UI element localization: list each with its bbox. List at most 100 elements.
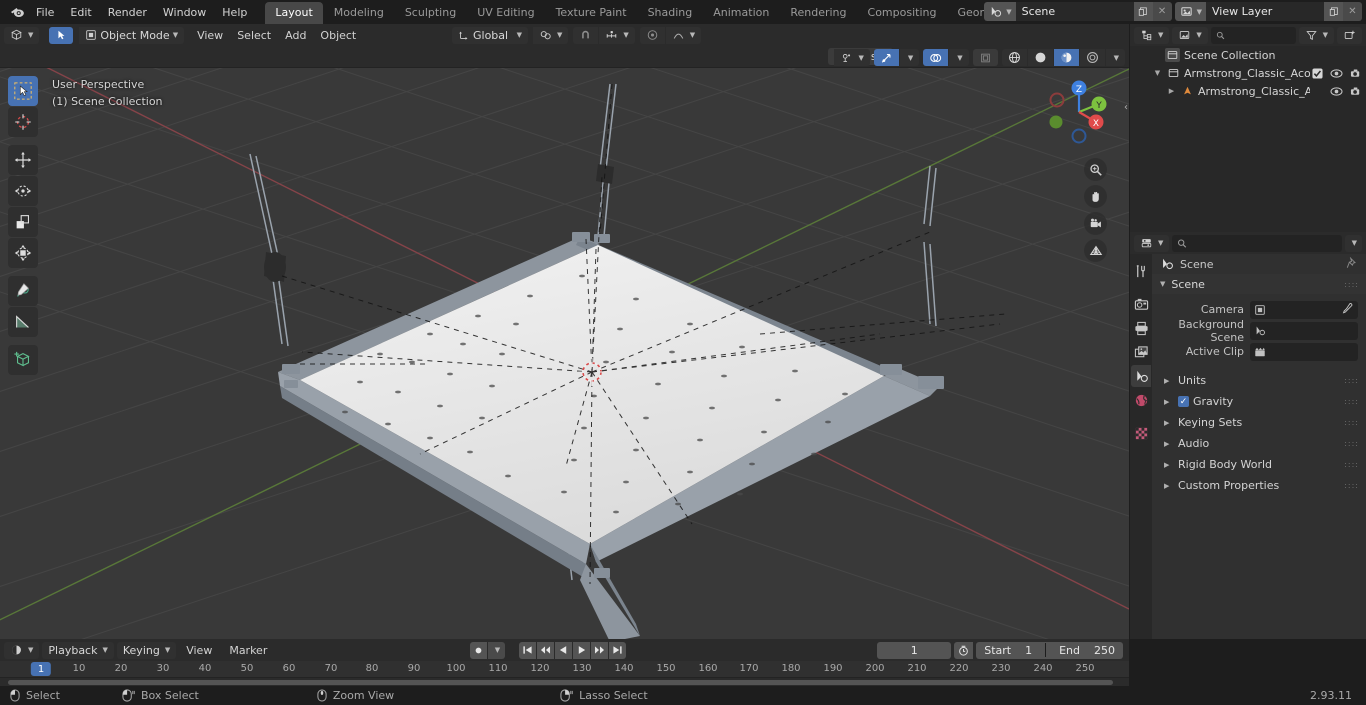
properties-tab-render[interactable]: [1131, 293, 1151, 315]
accordion-rigid-body-world[interactable]: ▶ Rigid Body World ::::: [1152, 454, 1366, 475]
menu-edit[interactable]: Edit: [62, 3, 99, 22]
expand-triangle-icon[interactable]: ▶: [1164, 398, 1171, 406]
blender-logo-icon[interactable]: [6, 2, 28, 22]
timeline-menu-view[interactable]: View: [179, 642, 219, 659]
tab-compositing[interactable]: Compositing: [858, 2, 947, 24]
orthographic-grid-icon[interactable]: [1084, 239, 1107, 262]
exclude-checkbox[interactable]: [1312, 67, 1323, 79]
panel-drag-grip[interactable]: ::::: [1344, 377, 1359, 385]
expand-triangle-icon[interactable]: ▶: [1164, 419, 1171, 427]
tool-add-cube[interactable]: [8, 345, 38, 375]
expand-triangle-icon[interactable]: ▶: [1164, 440, 1171, 448]
gravity-checkbox[interactable]: ✓: [1178, 396, 1189, 407]
panel-drag-grip[interactable]: ::::: [1344, 461, 1359, 469]
navigation-gizmo[interactable]: Z Y X: [1041, 74, 1117, 150]
tab-uv-editing[interactable]: UV Editing: [467, 2, 544, 24]
viewport-menu-view[interactable]: View: [190, 27, 230, 44]
proportional-falloff-dropdown[interactable]: ▼: [665, 26, 702, 44]
filter-icon[interactable]: ▼: [1298, 26, 1334, 44]
material-preview-shading-button[interactable]: [1053, 49, 1079, 66]
timeline-ruler[interactable]: 1 10 20 30 40 50 60 70 80 90 100 110 120…: [0, 661, 1129, 678]
panel-drag-grip[interactable]: ::::: [1344, 398, 1359, 406]
menu-window[interactable]: Window: [155, 3, 214, 22]
properties-tab-world[interactable]: [1131, 389, 1151, 411]
tool-scale[interactable]: [8, 207, 38, 237]
play-reverse-button[interactable]: [555, 641, 572, 659]
outliner-editor-type-button[interactable]: ▼: [1134, 26, 1170, 44]
camera-property-field[interactable]: [1250, 300, 1358, 319]
auto-keying-settings-dropdown[interactable]: ▼: [488, 641, 505, 659]
visibility-eye-icon[interactable]: [1330, 68, 1343, 79]
menu-help[interactable]: Help: [214, 3, 255, 22]
snap-toggle-button[interactable]: [573, 26, 599, 44]
3d-viewport[interactable]: ▼ Object Mode ▼ View Select Add Object G…: [0, 24, 1129, 639]
jump-to-end-button[interactable]: [609, 641, 626, 659]
tab-modeling[interactable]: Modeling: [324, 2, 394, 24]
timeline-channel-area[interactable]: [0, 678, 1129, 686]
properties-search-input[interactable]: [1172, 234, 1342, 252]
timeline-horizontal-scrollbar[interactable]: [8, 680, 1113, 685]
outliner-row-object[interactable]: ▶ Armstrong_Classic_Acous: [1130, 82, 1366, 100]
camera-icon[interactable]: [1084, 212, 1107, 235]
tool-select-box[interactable]: [8, 76, 38, 106]
timeline-editor[interactable]: ▼ Playback ▼ Keying ▼ View Marker ▼ 1 St…: [0, 639, 1129, 686]
snap-settings-dropdown[interactable]: ▼: [599, 26, 635, 44]
show-overlays-button[interactable]: [923, 49, 949, 66]
auto-keying-button[interactable]: [470, 641, 487, 659]
outliner-search-field[interactable]: [1228, 28, 1291, 42]
expand-triangle-icon[interactable]: ▼: [1152, 69, 1163, 77]
playhead-indicator[interactable]: 1: [30, 662, 52, 676]
viewport-menu-object[interactable]: Object: [313, 27, 363, 44]
timeline-editor-type-button[interactable]: ▼: [4, 641, 40, 659]
tool-annotate[interactable]: [8, 276, 38, 306]
render-camera-icon[interactable]: [1350, 68, 1362, 79]
expand-triangle-icon[interactable]: ▶: [1166, 87, 1177, 95]
accordion-gravity[interactable]: ▶ ✓ Gravity ::::: [1152, 391, 1366, 412]
editor-type-icon[interactable]: ▼: [4, 26, 40, 44]
scene-icon[interactable]: ▼: [984, 2, 1016, 21]
properties-tab-output[interactable]: [1131, 317, 1151, 339]
render-camera-icon[interactable]: [1350, 86, 1362, 97]
pan-hand-icon[interactable]: [1084, 185, 1107, 208]
outliner-row-collection[interactable]: ▼ Armstrong_Classic_Acoustical: [1130, 64, 1366, 82]
properties-options-dropdown[interactable]: ▼: [1344, 234, 1362, 252]
tool-cursor[interactable]: [8, 107, 38, 137]
tool-rotate[interactable]: [8, 176, 38, 206]
remove-view-layer-button[interactable]: ✕: [1343, 2, 1362, 21]
tool-move[interactable]: [8, 145, 38, 175]
properties-tab-view-layer[interactable]: [1131, 341, 1151, 363]
visibility-eye-icon[interactable]: [1330, 86, 1343, 97]
expand-triangle-icon[interactable]: ▶: [1164, 482, 1171, 490]
auto-keyframe-icon[interactable]: [954, 641, 974, 659]
interaction-mode-dropdown[interactable]: Object Mode ▼: [79, 26, 185, 44]
unlink-scene-button[interactable]: ✕: [1152, 2, 1172, 21]
transform-orientation-dropdown[interactable]: Global ▼: [452, 26, 528, 44]
view-layer-icon[interactable]: ▼: [1174, 2, 1206, 21]
accordion-custom-properties[interactable]: ▶ Custom Properties ::::: [1152, 475, 1366, 496]
view-layer-name-field[interactable]: View Layer: [1206, 2, 1324, 21]
show-gizmo-button[interactable]: [873, 49, 899, 66]
expand-triangle-icon[interactable]: ▶: [1164, 377, 1171, 385]
tab-shading[interactable]: Shading: [638, 2, 703, 24]
jump-to-prev-keyframe-button[interactable]: [537, 641, 554, 659]
menu-file[interactable]: File: [28, 3, 62, 22]
playback-dropdown[interactable]: Playback ▼: [42, 641, 114, 659]
panel-drag-grip[interactable]: ::::: [1344, 482, 1359, 490]
play-button[interactable]: [573, 641, 590, 659]
viewport-menu-add[interactable]: Add: [278, 27, 313, 44]
jump-to-start-button[interactable]: [519, 641, 536, 659]
tool-transform[interactable]: [8, 238, 38, 268]
xray-toggle-button[interactable]: [972, 49, 998, 66]
properties-tab-scene[interactable]: [1131, 365, 1151, 387]
accordion-audio[interactable]: ▶ Audio ::::: [1152, 433, 1366, 454]
expand-triangle-icon[interactable]: ▶: [1164, 461, 1171, 469]
timeline-menu-marker[interactable]: Marker: [222, 642, 274, 659]
properties-editor[interactable]: ▼ ▼ Scene ▼ Scene:::: Camera Background…: [1130, 232, 1366, 639]
proportional-edit-toggle[interactable]: [639, 26, 665, 44]
new-collection-icon[interactable]: [1337, 26, 1362, 44]
accordion-keying-sets[interactable]: ▶ Keying Sets ::::: [1152, 412, 1366, 433]
tab-sculpting[interactable]: Sculpting: [395, 2, 466, 24]
scene-panel-header[interactable]: ▼ Scene ::::: [1152, 274, 1366, 294]
tweak-tool-button[interactable]: [49, 26, 74, 44]
current-frame-field[interactable]: 1: [877, 641, 952, 659]
